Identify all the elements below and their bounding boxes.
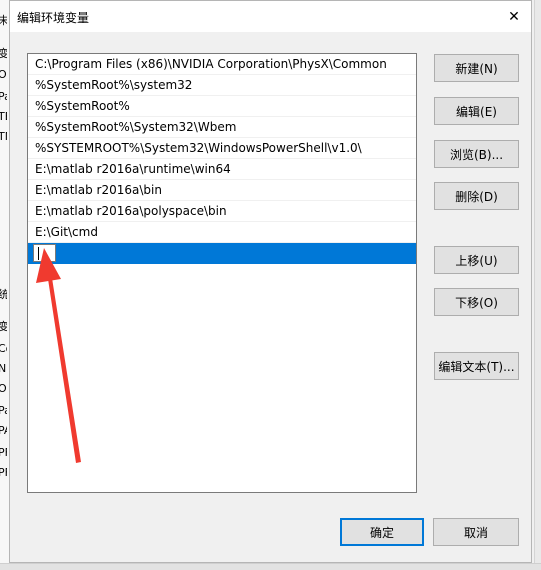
bg-fragment: 统 — [0, 288, 7, 301]
path-row[interactable]: E:\matlab r2016a\runtime\win64 — [28, 159, 416, 180]
background-window-bottom — [0, 563, 541, 570]
bg-fragment: TE — [0, 110, 7, 123]
close-icon: ✕ — [508, 8, 520, 25]
bg-fragment: Pa — [0, 90, 7, 103]
bg-fragment: Pa — [0, 404, 7, 417]
path-row-selected[interactable] — [28, 243, 416, 264]
title-bar: 编辑环境变量 ✕ — [10, 1, 531, 32]
bg-fragment: N — [0, 362, 7, 375]
path-row[interactable]: C:\Program Files (x86)\NVIDIA Corporatio… — [28, 54, 416, 75]
background-scrollbar — [534, 0, 541, 570]
edit-button[interactable]: 编辑(E) — [434, 97, 519, 125]
bg-fragment: 末 — [0, 14, 7, 27]
move-down-button[interactable]: 下移(O) — [434, 288, 519, 316]
bg-fragment: O — [0, 68, 7, 81]
bg-fragment: PA — [0, 424, 7, 437]
dialog-title: 编辑环境变量 — [17, 11, 90, 25]
new-path-input[interactable] — [33, 244, 56, 262]
bg-fragment: 变 — [0, 47, 7, 60]
bg-fragment: PF — [0, 446, 7, 459]
ok-button[interactable]: 确定 — [340, 518, 424, 546]
new-button[interactable]: 新建(N) — [434, 54, 519, 82]
path-row[interactable]: E:\matlab r2016a\polyspace\bin — [28, 201, 416, 222]
bg-fragment: O — [0, 382, 7, 395]
move-up-button[interactable]: 上移(U) — [434, 246, 519, 274]
edit-env-var-dialog: 编辑环境变量 ✕ C:\Program Files (x86)\NVIDIA C… — [9, 0, 532, 563]
path-list[interactable]: C:\Program Files (x86)\NVIDIA Corporatio… — [27, 53, 417, 493]
path-row[interactable]: %SystemRoot% — [28, 96, 416, 117]
bg-fragment: 变 — [0, 320, 7, 333]
path-row[interactable]: %SystemRoot%\system32 — [28, 75, 416, 96]
path-row[interactable]: E:\Git\cmd — [28, 222, 416, 243]
bg-fragment: TN — [0, 130, 7, 143]
text-caret — [38, 247, 39, 260]
path-row[interactable]: %SYSTEMROOT%\System32\WindowsPowerShell\… — [28, 138, 416, 159]
delete-button[interactable]: 删除(D) — [434, 182, 519, 210]
close-button[interactable]: ✕ — [497, 1, 531, 32]
bg-fragment: PF — [0, 466, 7, 479]
browse-button[interactable]: 浏览(B)... — [434, 140, 519, 168]
edit-text-button[interactable]: 编辑文本(T)... — [434, 352, 519, 380]
path-row[interactable]: %SystemRoot%\System32\Wbem — [28, 117, 416, 138]
bg-fragment: Co — [0, 342, 7, 355]
cancel-button[interactable]: 取消 — [433, 518, 519, 546]
path-row[interactable]: E:\matlab r2016a\bin — [28, 180, 416, 201]
